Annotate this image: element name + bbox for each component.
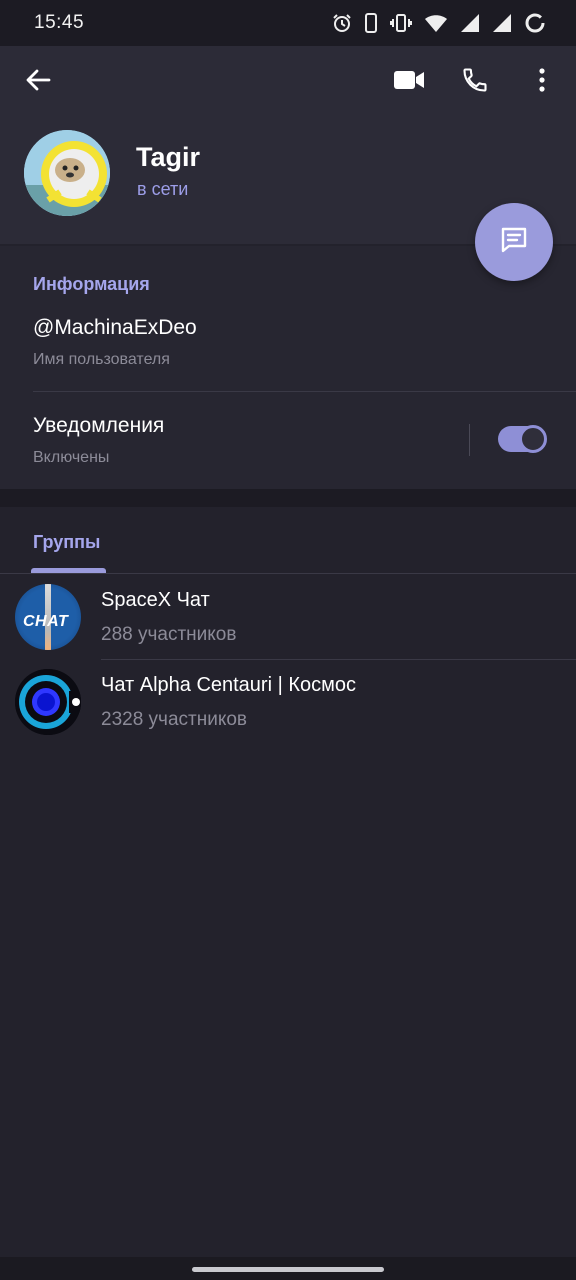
tab-divider bbox=[0, 573, 576, 574]
group-avatar-text: CHAT bbox=[23, 613, 69, 630]
alpha-centauri-logo bbox=[15, 669, 81, 735]
more-vertical-icon bbox=[538, 67, 546, 98]
message-icon bbox=[498, 224, 530, 261]
group-title: Чат Alpha Centauri | Космос bbox=[101, 674, 356, 696]
group-members: 288 участников bbox=[101, 624, 237, 645]
group-item-spacex[interactable]: CHAT SpaceX Чат 288 участников bbox=[0, 577, 576, 661]
group-avatar-spacex: CHAT bbox=[15, 584, 81, 650]
toolbar bbox=[0, 46, 576, 118]
toggle-knob bbox=[519, 425, 547, 453]
alarm-icon bbox=[332, 13, 352, 33]
vibrate-icon bbox=[390, 13, 412, 33]
profile-status: в сети bbox=[137, 179, 189, 199]
navigation-bar bbox=[0, 1257, 576, 1280]
profile-avatar[interactable] bbox=[24, 130, 110, 216]
avatar-image bbox=[24, 130, 110, 216]
group-title: SpaceX Чат bbox=[101, 589, 210, 611]
divider bbox=[101, 659, 576, 660]
phone-icon bbox=[461, 66, 489, 99]
video-camera-icon bbox=[393, 69, 425, 96]
group-item-alpha-centauri[interactable]: Чат Alpha Centauri | Космос 2328 участни… bbox=[0, 662, 576, 746]
back-button[interactable] bbox=[16, 60, 60, 104]
group-members: 2328 участников bbox=[101, 709, 248, 730]
group-avatar-alpha-centauri bbox=[15, 669, 81, 735]
tab-groups-label: Группы bbox=[33, 532, 101, 552]
section-gap bbox=[0, 489, 576, 507]
groups-section: Группы CHAT SpaceX Чат 288 участников Ча… bbox=[0, 507, 576, 1257]
signal-icon bbox=[460, 13, 480, 33]
info-section: Информация @MachinaExDeo Имя пользовател… bbox=[0, 246, 576, 489]
phone-outline-icon bbox=[364, 13, 378, 33]
signal-icon-2 bbox=[492, 13, 512, 33]
voice-call-button[interactable] bbox=[453, 60, 497, 104]
notifications-toggle[interactable] bbox=[498, 425, 547, 453]
video-call-button[interactable] bbox=[387, 60, 431, 104]
arrow-back-icon bbox=[25, 67, 51, 98]
battery-saver-icon bbox=[524, 12, 546, 34]
tab-groups[interactable]: Группы bbox=[0, 507, 140, 574]
send-message-button[interactable] bbox=[475, 203, 553, 281]
username[interactable]: @MachinaExDeo bbox=[33, 316, 197, 340]
notifications-row[interactable]: Уведомления Включены bbox=[0, 392, 576, 489]
vertical-divider bbox=[469, 424, 470, 456]
wifi-icon bbox=[424, 13, 448, 33]
status-icons bbox=[332, 12, 546, 34]
profile-name: Tagir bbox=[136, 142, 201, 172]
notifications-value: Включены bbox=[33, 449, 110, 466]
info-section-title: Информация bbox=[33, 274, 150, 294]
more-options-button[interactable] bbox=[520, 60, 564, 104]
status-time: 15:45 bbox=[34, 12, 85, 33]
username-caption: Имя пользователя bbox=[33, 351, 170, 368]
notifications-label: Уведомления bbox=[33, 414, 165, 437]
home-gesture-handle[interactable] bbox=[192, 1267, 384, 1272]
status-bar: 15:45 bbox=[0, 0, 576, 46]
